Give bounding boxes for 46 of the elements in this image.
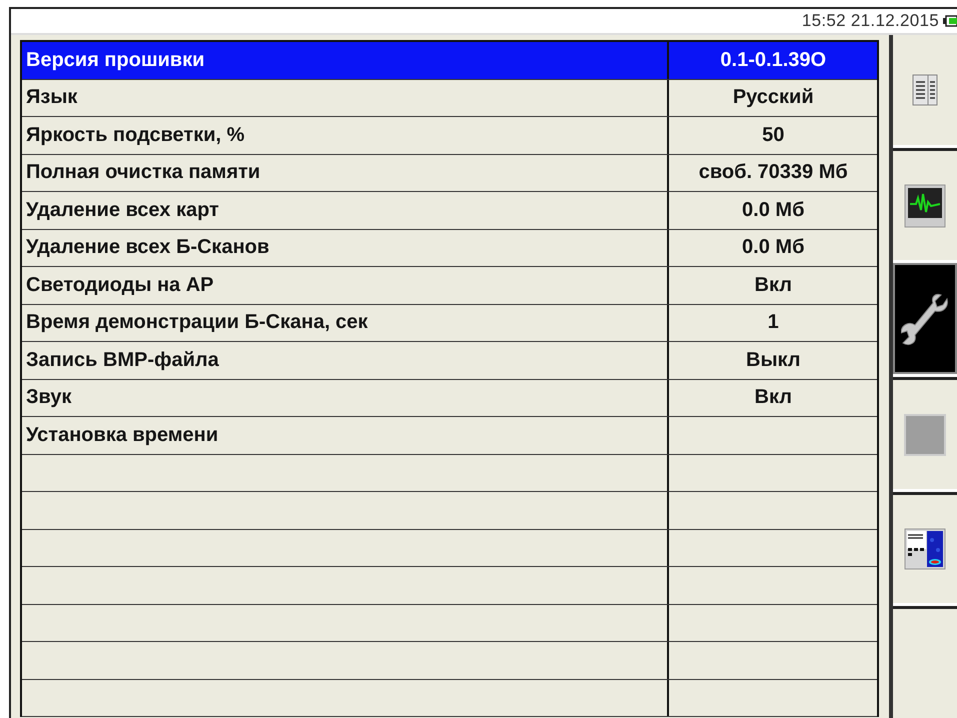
settings-row[interactable]: Язык Русский [22, 80, 878, 117]
settings-row[interactable]: Светодиоды на АР Вкл [22, 267, 878, 304]
setting-label: Язык [26, 86, 78, 110]
sidebar-button[interactable] [893, 377, 957, 489]
setting-value: 50 [762, 124, 784, 147]
book-icon [912, 74, 938, 106]
setting-value: Выкл [746, 348, 800, 372]
settings-row[interactable] [22, 530, 878, 567]
settings-row[interactable]: Звук Вкл [22, 380, 878, 417]
date-time: 15:52 21.12.2015 [802, 11, 939, 31]
setting-label: Удаление всех карт [26, 198, 219, 222]
square-icon [904, 414, 946, 456]
sidebar-button[interactable] [893, 606, 957, 718]
settings-row[interactable]: Установка времени [22, 417, 878, 454]
scan-icon [904, 528, 946, 570]
settings-row[interactable] [22, 604, 878, 642]
setting-label: Яркость подсветки, % [26, 124, 245, 147]
setting-value: Вкл [754, 274, 792, 297]
setting-label: Запись BMP-файла [26, 348, 219, 372]
setting-label: Светодиоды на АР [26, 274, 214, 297]
settings-row[interactable] [22, 454, 878, 492]
sidebar-button[interactable] [893, 148, 957, 260]
monitor-icon [904, 184, 946, 228]
setting-label: Установка времени [26, 424, 218, 447]
settings-row[interactable]: Полная очистка памяти своб. 70339 Мб [22, 154, 878, 192]
setting-value: Русский [732, 86, 814, 110]
setting-value: своб. 70339 Мб [698, 161, 848, 184]
setting-value: 0.0 Мб [742, 236, 804, 260]
settings-row[interactable]: Версия прошивки 0.1-0.1.39O [22, 42, 878, 80]
setting-value: Вкл [754, 386, 792, 410]
settings-row[interactable] [22, 680, 878, 717]
setting-label: Звук [26, 386, 72, 410]
setting-value: 0.1-0.1.39O [720, 48, 826, 72]
setting-label: Удаление всех Б-Сканов [26, 236, 270, 260]
setting-label: Полная очистка памяти [26, 161, 260, 184]
settings-row[interactable]: Удаление всех карт 0.0 Мб [22, 192, 878, 230]
sidebar-button[interactable] [893, 262, 957, 374]
sidebar-button[interactable] [893, 492, 957, 604]
setting-value: 0.0 Мб [742, 198, 804, 222]
settings-row[interactable]: Время демонстрации Б-Скана, сек 1 [22, 304, 878, 342]
settings-row[interactable]: Запись BMP-файла Выкл [22, 342, 878, 380]
settings-row[interactable]: Удаление всех Б-Сканов 0.0 Мб [22, 230, 878, 267]
setting-label: Время демонстрации Б-Скана, сек [26, 311, 368, 334]
setting-label: Версия прошивки [26, 48, 205, 72]
setting-value: 1 [768, 311, 779, 334]
settings-row[interactable]: Яркость подсветки, % 50 [22, 117, 878, 154]
